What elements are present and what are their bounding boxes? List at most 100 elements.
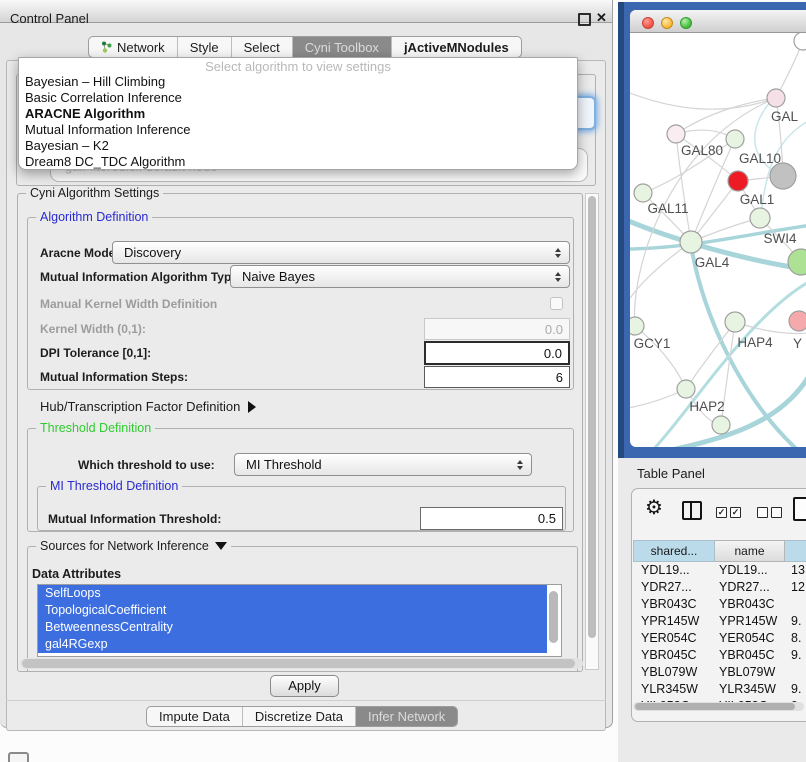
scrollbar-thumb[interactable] [22, 659, 575, 668]
table-row[interactable]: YBR043CYBR043C [633, 596, 806, 613]
stepper-arrows-icon [551, 272, 565, 282]
mi-steps-field[interactable]: 6 [424, 366, 570, 388]
network-node[interactable] [680, 231, 702, 253]
network-node[interactable] [728, 171, 748, 191]
table-cell: 9. [791, 613, 801, 630]
gear-icon[interactable]: ⚙ [645, 498, 663, 518]
algorithm-option[interactable]: Basic Correlation Inference [19, 90, 577, 106]
node-label: HAP4 [737, 335, 773, 350]
mac-zoom-button[interactable] [680, 17, 692, 29]
column-header[interactable]: shared... [633, 540, 715, 562]
table-cell: YBR045C [719, 647, 775, 664]
table-row[interactable]: YER054CYER054C8. [633, 630, 806, 647]
collapse-down-icon [215, 542, 227, 550]
network-node[interactable] [726, 130, 744, 148]
dpi-tolerance-field[interactable]: 0.0 [424, 341, 570, 365]
network-node[interactable] [725, 312, 745, 332]
network-node[interactable] [667, 125, 685, 143]
tab-style[interactable]: Style [177, 37, 231, 57]
docked-panel-icon[interactable] [8, 752, 29, 762]
network-node[interactable] [712, 416, 730, 434]
network-edge[interactable] [630, 242, 691, 301]
column-header[interactable] [785, 540, 806, 562]
aracne-mode-combobox[interactable]: Discovery [112, 241, 570, 264]
algorithm-option[interactable]: Bayesian – Hill Climbing [19, 74, 577, 90]
tab-select[interactable]: Select [231, 37, 292, 57]
tab-impute-data[interactable]: Impute Data [147, 707, 242, 726]
hide-columns-icon[interactable] [757, 507, 782, 518]
table-cell: YBR043C [719, 596, 775, 613]
attribute-item-selected[interactable]: BetweennessCentrality [38, 619, 547, 636]
tab-infer-network[interactable]: Infer Network [355, 707, 457, 726]
data-attributes-list[interactable]: SelfLoopsTopologicalCoefficientBetweenne… [37, 584, 562, 657]
node-label: GCY1 [634, 336, 671, 351]
tab-label: Impute Data [159, 709, 230, 724]
attribute-item-selected[interactable]: gal4RGexp [38, 636, 547, 653]
scrollbar-thumb[interactable] [635, 703, 795, 710]
attribute-item-selected[interactable]: TopologicalCoefficient [38, 602, 547, 619]
apply-button[interactable]: Apply [270, 675, 339, 697]
cyni-bottom-tabs: Impute Data Discretize Data Infer Network [146, 706, 458, 727]
algorithm-dropdown-placeholder: Select algorithm to view settings [19, 59, 577, 74]
close-icon[interactable]: ✕ [596, 10, 607, 26]
stepper-arrows-icon [551, 248, 565, 258]
tab-label: Select [244, 40, 280, 55]
mac-minimize-button[interactable] [661, 17, 673, 29]
algorithm-option[interactable]: ARACNE Algorithm [19, 106, 577, 122]
algorithm-option[interactable]: Bayesian – K2 [19, 138, 577, 154]
table-horizontal-scrollbar[interactable] [633, 702, 804, 711]
network-node[interactable] [789, 311, 806, 331]
table-row[interactable]: YBL079WYBL079W [633, 664, 806, 681]
column-header[interactable]: name [715, 540, 785, 562]
network-canvas[interactable]: GALGAL80GAL10GAL1GAL11SWI4GAL4GCY1HAP4YH… [630, 33, 806, 447]
tab-label: Infer Network [368, 709, 445, 724]
node-label: GAL10 [739, 151, 781, 166]
float-window-icon[interactable] [578, 13, 591, 26]
table-cell: YBL079W [641, 664, 697, 681]
hub-definition-expander[interactable]: Hub/Transcription Factor Definition [40, 399, 256, 414]
mi-threshold-field[interactable]: 0.5 [420, 507, 563, 530]
scrollbar-thumb[interactable] [588, 196, 596, 638]
network-edge[interactable] [630, 93, 776, 109]
tab-cyni-toolbox[interactable]: Cyni Toolbox [292, 37, 391, 57]
network-node[interactable] [794, 33, 806, 50]
settings-horizontal-scrollbar[interactable] [20, 658, 583, 669]
control-panel-title: Control Panel [10, 11, 89, 26]
attributes-scrollbar-thumb[interactable] [549, 591, 558, 643]
which-threshold-combobox[interactable]: MI Threshold [234, 453, 532, 476]
attribute-item-selected[interactable]: SelfLoops [38, 585, 547, 602]
network-node[interactable] [770, 163, 796, 189]
table-row[interactable]: YLR345WYLR345W9. [633, 681, 806, 698]
network-node[interactable] [677, 380, 695, 398]
network-node[interactable] [634, 184, 652, 202]
tab-network[interactable]: Network [89, 37, 177, 57]
mi-algorithm-type-combobox[interactable]: Naive Bayes [230, 265, 570, 288]
network-node[interactable] [750, 208, 770, 228]
table-cell: YLR345W [719, 681, 776, 698]
split-columns-icon[interactable] [682, 501, 702, 520]
manual-kernel-width-checkbox[interactable] [550, 297, 563, 310]
table-row[interactable]: YDR27...YDR27...12 [633, 579, 806, 596]
algorithm-option[interactable]: Dream8 DC_TDC Algorithm [19, 154, 577, 170]
tab-jactivemnodules[interactable]: jActiveMNodules [391, 37, 521, 57]
settings-vertical-scrollbar[interactable] [585, 193, 599, 670]
network-node[interactable] [767, 89, 785, 107]
network-node[interactable] [788, 249, 806, 275]
page-icon[interactable] [793, 497, 806, 521]
table-cell: YLR345W [641, 681, 698, 698]
sources-title[interactable]: Sources for Network Inference [36, 539, 231, 553]
network-node[interactable] [630, 317, 644, 335]
show-columns-icon[interactable]: ✓ ✓ [716, 507, 741, 518]
tab-discretize-data[interactable]: Discretize Data [242, 707, 355, 726]
algorithm-option[interactable]: Mutual Information Inference [19, 122, 577, 138]
cyni-settings-title: Cyni Algorithm Settings [26, 186, 163, 200]
table-row[interactable]: YBR045CYBR045C9. [633, 647, 806, 664]
table-row[interactable]: YPR145WYPR145W9. [633, 613, 806, 630]
which-threshold-label: Which threshold to use: [78, 458, 215, 472]
kernel-width-field[interactable]: 0.0 [424, 318, 570, 340]
table-body[interactable]: YDL19...YDL19...13YDR27...YDR27...12YBR0… [633, 562, 806, 702]
table-row[interactable]: YDL19...YDL19...13 [633, 562, 806, 579]
mac-close-button[interactable] [642, 17, 654, 29]
manual-kernel-width-label: Manual Kernel Width Definition [40, 297, 217, 311]
threshold-definition-title: Threshold Definition [36, 421, 155, 435]
